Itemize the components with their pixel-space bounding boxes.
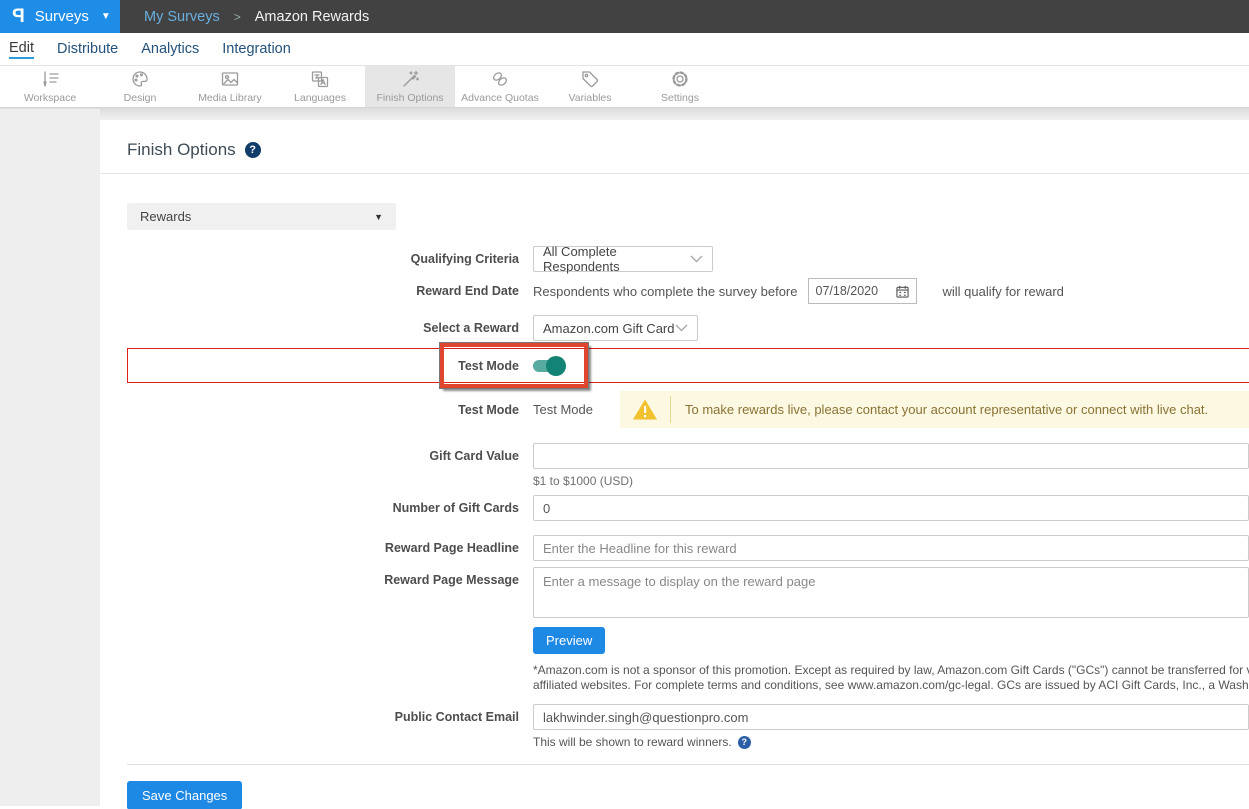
gear-icon (670, 69, 690, 89)
nav-tab-distribute[interactable]: Distribute (57, 41, 118, 57)
select-reward-label: Select a Reward (127, 321, 519, 335)
warning-text: To make rewards live, please contact you… (685, 402, 1208, 417)
preview-button[interactable]: Preview (533, 627, 605, 654)
select-reward-select[interactable]: Amazon.com Gift Card (533, 315, 698, 341)
help-icon[interactable]: ? (245, 142, 261, 158)
banner-divider (670, 396, 671, 423)
tag-icon (580, 69, 600, 89)
questionpro-logo-icon: P (12, 6, 25, 28)
reward-end-date-suffix: will qualify for reward (943, 284, 1064, 299)
product-label: Surveys (35, 8, 89, 25)
tool-tab-media-library[interactable]: Media Library (185, 66, 275, 107)
media-image-icon (220, 69, 240, 89)
reward-page-message-label: Reward Page Message (127, 573, 519, 587)
test-mode-toggle-row: Test Mode (127, 345, 1249, 387)
toggle-knob (546, 356, 566, 376)
test-mode-status-label: Test Mode (127, 403, 519, 417)
public-contact-email-helper: This will be shown to reward winners. (533, 735, 732, 749)
tool-tab-design[interactable]: Design (95, 66, 185, 107)
breadcrumb: My Surveys > Amazon Rewards (120, 0, 1249, 33)
rewards-dropdown[interactable]: Rewards ▼ (127, 203, 396, 230)
public-contact-email-helper-row: This will be shown to reward winners. ? (533, 735, 1249, 749)
breadcrumb-separator-icon: > (234, 10, 241, 24)
design-palette-icon (130, 69, 150, 89)
chevron-down-icon (690, 255, 703, 263)
tool-tab-workspace[interactable]: Workspace (5, 66, 95, 107)
tool-tab-variables[interactable]: Variables (545, 66, 635, 107)
disclaimer-line-2: affiliated websites. For complete terms … (533, 678, 1249, 693)
warning-banner: To make rewards live, please contact you… (620, 391, 1249, 428)
languages-translate-icon (310, 69, 330, 89)
reward-page-headline-label: Reward Page Headline (127, 541, 519, 555)
chevron-down-icon: ▼ (374, 212, 383, 222)
help-icon[interactable]: ? (738, 736, 751, 749)
public-contact-email-label: Public Contact Email (127, 710, 519, 724)
gift-card-value-input[interactable] (533, 443, 1249, 469)
gift-card-value-row: Gift Card Value (127, 443, 1249, 469)
breadcrumb-my-surveys[interactable]: My Surveys (144, 9, 220, 25)
main-nav: Edit Distribute Analytics Integration (0, 33, 1249, 66)
magic-wand-icon (400, 69, 420, 89)
workspace-icon (40, 69, 60, 89)
reward-end-date-label: Reward End Date (127, 284, 519, 298)
number-of-gift-cards-row: Number of Gift Cards (127, 495, 1249, 521)
gift-card-value-label: Gift Card Value (127, 449, 519, 463)
chevron-down-icon (675, 324, 688, 332)
number-of-gift-cards-label: Number of Gift Cards (127, 501, 519, 515)
test-mode-status-row: Test Mode Test Mode To make rewards live… (127, 391, 1249, 428)
edit-toolbar: Workspace Design Media Library Languages… (0, 66, 1249, 108)
disclaimer-line-1: *Amazon.com is not a sponsor of this pro… (533, 663, 1249, 678)
gift-card-value-helper: $1 to $1000 (USD) (533, 474, 1249, 488)
finish-options-panel: Finish Options ? Rewards ▼ Qualifying Cr… (100, 120, 1249, 809)
qualifying-criteria-label: Qualifying Criteria (127, 252, 519, 266)
divider (100, 173, 1249, 174)
reward-page-message-row: Reward Page Message (127, 567, 1249, 618)
reward-page-message-input[interactable] (533, 567, 1249, 618)
toolbar-shadow-band (0, 108, 1249, 120)
nav-tab-analytics[interactable]: Analytics (141, 41, 199, 57)
reward-page-headline-input[interactable] (533, 535, 1249, 561)
breadcrumb-current: Amazon Rewards (255, 9, 369, 25)
test-mode-label: Test Mode (127, 359, 519, 373)
tool-tab-advance-quotas[interactable]: Advance Quotas (455, 66, 545, 107)
chain-links-icon (490, 69, 510, 89)
top-bar: P Surveys ▼ My Surveys > Amazon Rewards (0, 0, 1249, 33)
nav-tab-integration[interactable]: Integration (222, 41, 291, 57)
reward-page-headline-row: Reward Page Headline (127, 535, 1249, 561)
tool-tab-finish-options[interactable]: Finish Options (365, 66, 455, 107)
divider (127, 764, 1249, 765)
reward-end-date-row: Reward End Date Respondents who complete… (127, 278, 1249, 304)
select-reward-row: Select a Reward Amazon.com Gift Card (127, 315, 1249, 341)
tool-tab-settings[interactable]: Settings (635, 66, 725, 107)
save-changes-button[interactable]: Save Changes (127, 781, 242, 809)
tool-tab-languages[interactable]: Languages (275, 66, 365, 107)
chevron-down-icon: ▼ (101, 11, 111, 22)
amazon-disclaimer: *Amazon.com is not a sponsor of this pro… (533, 663, 1249, 693)
calendar-icon[interactable] (896, 285, 909, 298)
qualifying-criteria-row: Qualifying Criteria All Complete Respond… (127, 246, 1249, 272)
reward-end-date-field[interactable] (808, 278, 917, 304)
number-of-gift-cards-input[interactable] (533, 495, 1249, 521)
public-contact-email-input[interactable] (533, 704, 1249, 730)
nav-tab-edit[interactable]: Edit (9, 40, 34, 59)
qualifying-criteria-select[interactable]: All Complete Respondents (533, 246, 713, 272)
reward-end-date-input[interactable] (816, 280, 888, 302)
warning-triangle-icon (632, 398, 658, 421)
reward-end-date-prefix: Respondents who complete the survey befo… (533, 284, 798, 299)
test-mode-toggle[interactable] (533, 360, 564, 372)
surveys-menu[interactable]: P Surveys ▼ (0, 0, 120, 33)
left-gutter (0, 109, 100, 806)
page-title: Finish Options (127, 140, 236, 160)
test-mode-status-value: Test Mode (533, 402, 606, 417)
public-contact-email-row: Public Contact Email (127, 704, 1249, 730)
